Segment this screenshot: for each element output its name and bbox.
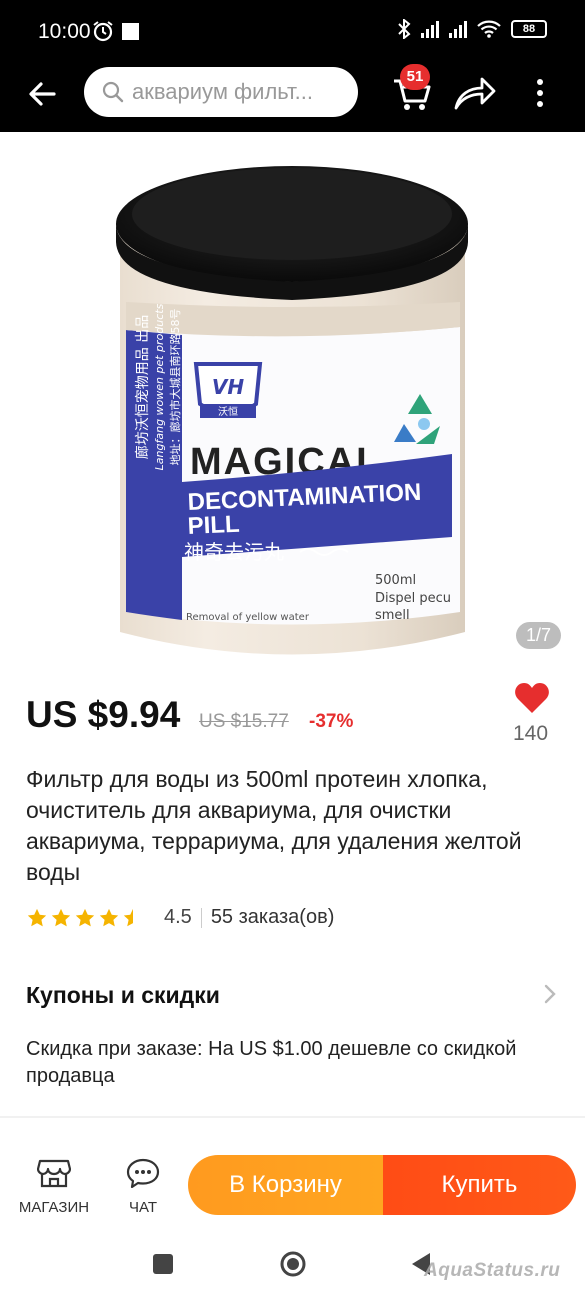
star-icon [51, 908, 71, 926]
label-title-3: PILL [187, 511, 240, 540]
status-bar: 10:00 88 [0, 0, 585, 62]
watermark: AquaStatus.ru [424, 1260, 561, 1281]
add-to-cart-button[interactable]: В Корзину [188, 1155, 383, 1215]
alarm-icon [93, 21, 113, 42]
label-side-address: 地址：廊坊市大城县南环路58号 [168, 309, 182, 466]
star-half-icon [123, 908, 143, 926]
image-counter: 1/7 [515, 622, 561, 649]
product-image-gallery[interactable]: 廊坊沃恒宠物用品 出品 Langfang wowen pet products … [0, 132, 585, 672]
home-icon[interactable] [279, 1250, 307, 1278]
back-arrow-icon[interactable] [24, 76, 60, 112]
search-icon [102, 81, 124, 103]
chat-icon [126, 1158, 160, 1189]
product-title: Фильтр для воды из 500ml протеин хлопка,… [26, 766, 522, 885]
rating-stars [26, 907, 144, 929]
signal-icon [421, 20, 439, 38]
bottom-action-bar: МАГАЗИН ЧАТ В Корзину Купить [0, 1118, 585, 1226]
store-button[interactable]: МАГАЗИН [14, 1158, 94, 1216]
label-dispel-1: Dispel pecu [375, 591, 451, 606]
search-query: аквариум фильт... [132, 79, 313, 104]
star-icon [75, 908, 95, 926]
search-bar[interactable]: аквариум фильт... [84, 67, 358, 117]
label-dispel-2: smell [375, 608, 410, 623]
label-side-en: Langfang wowen pet products [153, 303, 166, 470]
current-price: US $9.94 [26, 694, 181, 735]
star-icon [27, 908, 47, 926]
signal-2-icon [449, 20, 467, 38]
app-header: аквариум фильт... 51 [0, 62, 585, 132]
label-brand: VH [212, 375, 244, 399]
chat-button[interactable]: ЧАТ [118, 1158, 168, 1216]
section-divider [0, 952, 585, 960]
product-photo: 廊坊沃恒宠物用品 出品 Langfang wowen pet products … [116, 166, 468, 655]
cart-count-badge: 51 [400, 64, 430, 90]
label-volume: 500ml [375, 573, 416, 588]
discount-badge: -37% [309, 711, 354, 732]
label-removal: Removal of yellow water [186, 612, 310, 623]
recents-icon[interactable] [153, 1254, 173, 1274]
label-title-cn: 神奇去污丸 [184, 540, 284, 564]
star-icon [99, 908, 119, 926]
rating-divider [200, 907, 202, 928]
battery-icon: 88 [511, 20, 547, 38]
share-icon[interactable] [454, 74, 496, 112]
rating-value: 4.5 [164, 906, 192, 928]
bluetooth-icon [398, 19, 411, 39]
label-side-cn: 廊坊沃恒宠物用品 出品 [134, 315, 151, 459]
more-icon[interactable] [532, 77, 548, 109]
coupon-description: Скидка при заказе: На US $1.00 дешевле с… [26, 1038, 517, 1087]
coupons-title[interactable]: Купоны и скидки [26, 982, 220, 1009]
label-brand-cn: 沃恒 [218, 405, 238, 418]
store-label: МАГАЗИН [18, 1199, 90, 1216]
wifi-icon [477, 20, 501, 38]
chat-label: ЧАТ [129, 1199, 157, 1216]
buy-now-button[interactable]: Купить [383, 1155, 576, 1215]
orders-count: 55 заказа(ов) [210, 906, 335, 928]
system-nav-bar: AquaStatus.ru [0, 1226, 585, 1300]
store-icon [36, 1159, 72, 1188]
notification-icon [122, 23, 139, 40]
status-time: 10:00 [38, 20, 91, 43]
chevron-right-icon[interactable] [542, 982, 558, 1006]
old-price: US $15.77 [199, 711, 289, 732]
rating-row[interactable]: 4.5 55 заказа(ов) [26, 906, 334, 929]
likes-count: 140 [513, 722, 549, 745]
heart-icon[interactable] [514, 682, 550, 714]
